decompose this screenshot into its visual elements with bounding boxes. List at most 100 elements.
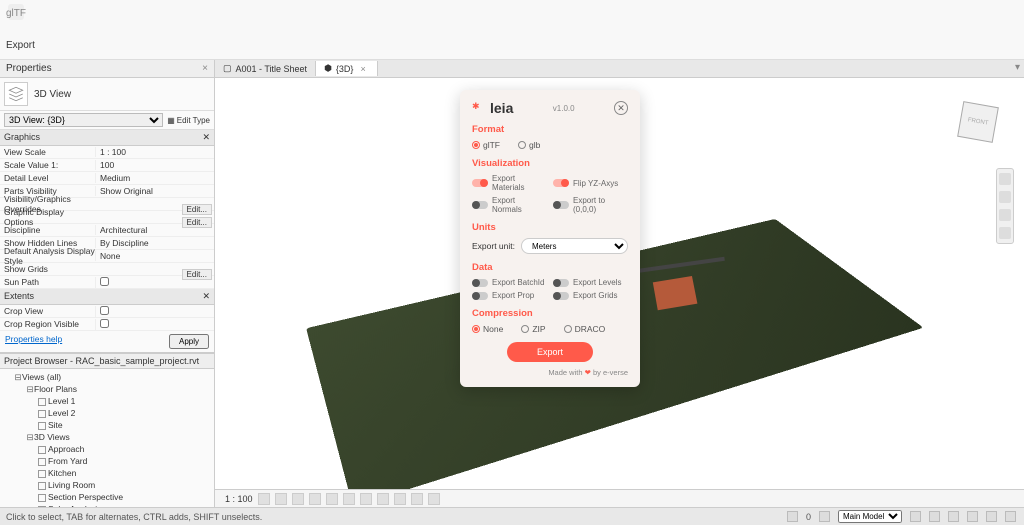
status-bar: Click to select, TAB for alternates, CTR… [0,507,1024,525]
compression-section-title: Compression [472,308,628,319]
prop-discipline-label: Discipline [0,225,95,235]
compression-draco-radio[interactable]: DRACO [564,324,606,334]
units-section-title: Units [472,222,628,233]
properties-header-label: Properties [6,63,52,74]
toggle-export-normals[interactable]: Export Normals [472,196,547,214]
reveal-icon[interactable] [411,493,423,505]
prop-show-hidden-value[interactable]: By Discipline [95,238,214,248]
prop-scale-value-label: Scale Value 1: [0,160,95,170]
type-selector[interactable]: 3D View: {3D} [4,113,163,127]
sun-path-checkbox[interactable] [100,277,109,286]
tab-close-icon[interactable]: × [357,64,368,74]
nav-wheel-icon[interactable] [999,173,1011,185]
toggle-flip-yz[interactable]: Flip YZ-Axys [553,174,628,192]
filter-icon[interactable] [819,511,830,522]
prop-view-scale-value[interactable]: 1 : 100 [95,147,214,157]
viz-section-title: Visualization [472,158,628,169]
unit-label: Export unit: [472,241,515,251]
lock-icon[interactable] [377,493,389,505]
tree-item: Kitchen [4,467,214,479]
viewcube-face[interactable]: FRONT [957,101,999,143]
prop-discipline-value[interactable]: Architectural [95,225,214,235]
nav-orbit-icon[interactable] [999,227,1011,239]
edit-type-button[interactable]: ▦ Edit Type [167,116,210,125]
nav-pan-icon[interactable] [999,191,1011,203]
nav-zoom-icon[interactable] [999,209,1011,221]
prop-parts-vis-value[interactable]: Show Original [95,186,214,196]
prop-default-analysis-value[interactable]: None [95,251,214,261]
prop-detail-level-value[interactable]: Medium [95,173,214,183]
properties-help-row: Properties help Apply [0,331,214,353]
status-right: 0 Main Model [787,510,1016,523]
tree-item: Level 2 [4,407,214,419]
detail-level-icon[interactable] [258,493,270,505]
view-tabs: ▢A001 - Title Sheet ⬢{3D}× ▾ [215,60,1024,78]
temp-hide-icon[interactable] [394,493,406,505]
tree-item: Section Perspective [4,491,214,503]
tree-item: From Yard [4,455,214,467]
status-icon[interactable] [1005,511,1016,522]
prop-crop-view-value[interactable] [95,306,214,317]
prop-crop-view-label: Crop View [0,306,95,316]
properties-close-icon[interactable]: × [202,63,208,74]
dialog-close-button[interactable]: ✕ [614,101,628,115]
sun-path-icon[interactable] [292,493,304,505]
compression-none-radio[interactable]: None [472,324,503,334]
status-icon[interactable] [910,511,921,522]
status-icon[interactable] [967,511,978,522]
crop-region-checkbox[interactable] [100,319,109,328]
toggle-export-batchid[interactable]: Export BatchId [472,278,547,287]
graphics-section-header: Graphics✕ [0,130,214,146]
unit-select[interactable]: Meters [521,238,628,254]
made-with-label: Made with ❤ by e-verse [472,368,628,377]
export-button[interactable]: Export [507,342,593,362]
prop-scale-value[interactable]: 100 [95,160,214,170]
toggle-export-levels[interactable]: Export Levels [553,278,628,287]
toggle-export-grids[interactable]: Export Grids [553,291,628,300]
export-ribbon-button[interactable]: Export [6,40,35,51]
analytical-icon[interactable] [428,493,440,505]
status-icon[interactable] [986,511,997,522]
selection-count: 0 [806,512,811,522]
extents-section-header: Extents✕ [0,289,214,305]
rendering-icon[interactable] [326,493,338,505]
compression-zip-radio[interactable]: ZIP [521,324,545,334]
toggle-export-materials[interactable]: Export Materials [472,174,547,192]
select-icon[interactable] [787,511,798,522]
leia-logo-icon: ✱ [472,101,486,115]
properties-help-link[interactable]: Properties help [5,334,62,349]
browser-header: Project Browser - RAC_basic_sample_proje… [0,354,214,369]
crop-icon[interactable] [343,493,355,505]
prop-default-analysis-label: Default Analysis Display Style [0,246,95,266]
ribbon-tab-label[interactable]: glTF [6,8,26,19]
visual-style-icon[interactable] [275,493,287,505]
format-glb-radio[interactable]: glb [518,140,540,150]
status-icon[interactable] [948,511,959,522]
toggle-export-origin[interactable]: Export to (0,0,0) [553,196,628,214]
view-tab-active[interactable]: ⬢{3D}× [316,61,378,76]
dialog-header: ✱ leia v1.0.0 ✕ [472,100,628,116]
crop-region-icon[interactable] [360,493,372,505]
properties-header: Properties × [0,60,214,78]
navigation-bar [996,168,1014,244]
status-icon[interactable] [929,511,940,522]
workset-selector[interactable]: Main Model [838,510,902,523]
apply-button[interactable]: Apply [169,334,209,349]
browser-tree[interactable]: ⊟Views (all) ⊟Floor Plans Level 1 Level … [0,369,214,507]
prop-crop-region-value[interactable] [95,319,214,330]
prop-show-grids-label: Show Grids [0,264,95,274]
view-scale-display[interactable]: 1 : 100 [225,494,253,504]
prop-view-scale-label: View Scale [0,147,95,157]
shadows-icon[interactable] [309,493,321,505]
leia-dialog: ✱ leia v1.0.0 ✕ Format glTF glb Visualiz… [460,90,640,387]
view-tab[interactable]: ▢A001 - Title Sheet [215,61,316,76]
crop-view-checkbox[interactable] [100,306,109,315]
viewcube[interactable]: FRONT [954,98,1004,148]
toggle-export-prop[interactable]: Export Prop [472,291,547,300]
tabs-menu-icon[interactable]: ▾ [1015,62,1020,73]
prop-sun-path-value[interactable] [95,277,214,288]
type-selector-row: 3D View: {3D} ▦ Edit Type [0,111,214,130]
dialog-title: leia [490,100,513,116]
edit-button[interactable]: Edit... [182,204,212,215]
format-gltf-radio[interactable]: glTF [472,140,500,150]
